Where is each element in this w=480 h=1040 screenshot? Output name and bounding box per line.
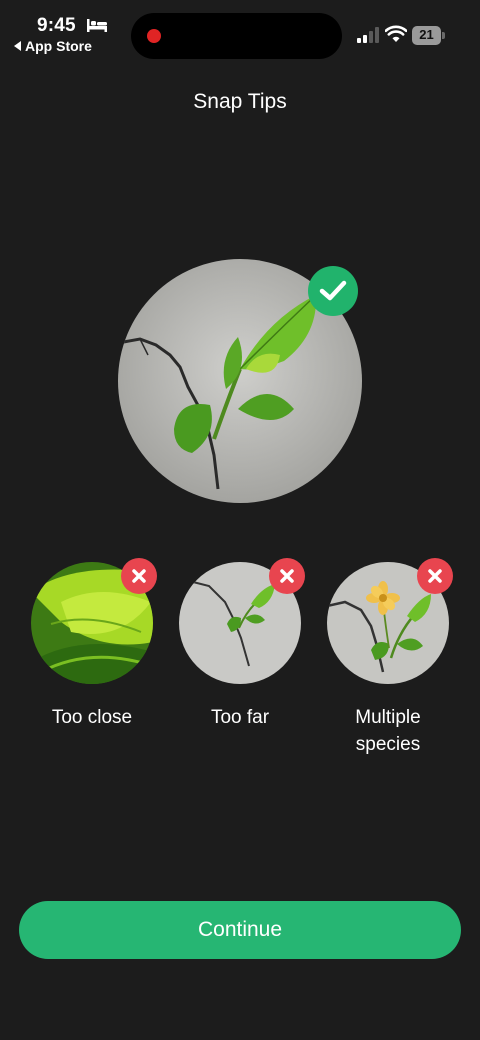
bed-icon	[87, 19, 107, 32]
x-icon	[417, 558, 453, 594]
signal-icon	[357, 27, 379, 43]
back-to-app-store[interactable]: App Store	[14, 38, 92, 54]
wifi-icon	[385, 25, 407, 42]
x-icon	[269, 558, 305, 594]
status-time: 9:45	[37, 15, 76, 36]
tip-label-too-far: Too far	[210, 707, 270, 728]
x-icon	[121, 558, 157, 594]
continue-button[interactable]: Continue	[19, 901, 461, 959]
back-app-label: App Store	[25, 38, 92, 54]
battery-icon: 21	[412, 26, 445, 45]
tip-label-too-close: Too close	[51, 707, 133, 728]
check-icon	[308, 266, 358, 316]
snap-tips-screen: 9:45 App Store 21 Snap Tips Too close To…	[0, 0, 480, 1040]
dynamic-island	[131, 13, 342, 59]
back-arrow-icon	[14, 41, 21, 51]
recording-indicator-icon	[147, 29, 161, 43]
page-title: Snap Tips	[193, 90, 287, 113]
tip-label-multiple-species: Multiple species	[355, 707, 421, 755]
battery-level: 21	[419, 27, 434, 42]
